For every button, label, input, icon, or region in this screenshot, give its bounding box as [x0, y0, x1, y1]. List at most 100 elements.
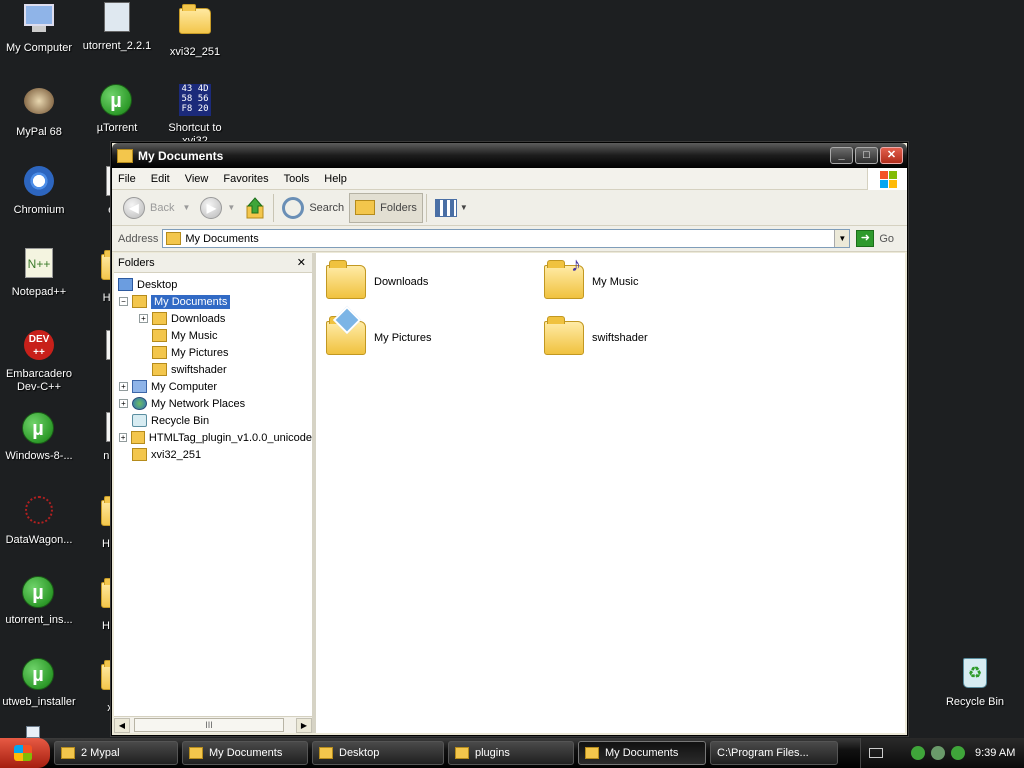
- taskbar: 2 Mypal My Documents Desktop plugins My Docu…: [0, 726, 1024, 768]
- back-arrow-icon: ◀: [123, 196, 145, 219]
- menu-tools[interactable]: Tools: [278, 173, 319, 185]
- menu-edit[interactable]: Edit: [145, 173, 179, 185]
- taskbar-button[interactable]: Desktop: [312, 741, 444, 765]
- music-folder-icon: ♪: [544, 254, 584, 299]
- xvi32-icon: 43 4D 58 56 F8 20: [178, 84, 212, 118]
- explorer-window: My Documents _ □ ✕ File Edit View Favori…: [111, 142, 908, 736]
- desktop-icon-label: µTorrent: [96, 122, 138, 134]
- forward-button[interactable]: ▶ ▼: [195, 193, 240, 223]
- taskbar-button[interactable]: 2 Mypal: [54, 741, 178, 765]
- windows-logo-icon: [867, 168, 907, 190]
- toolbar-separator: [273, 193, 275, 222]
- close-button[interactable]: ✕: [880, 147, 903, 164]
- tree-item[interactable]: + Downloads: [114, 310, 312, 327]
- desktop-icon-label: Chromium: [13, 204, 65, 216]
- tree-item[interactable]: + My Computer: [114, 378, 312, 395]
- desktop-icon[interactable]: N++ Notepad++: [0, 248, 78, 299]
- desktop-icon[interactable]: Chromium: [0, 166, 78, 217]
- desktop-icon[interactable]: µ µTorrent: [78, 84, 156, 135]
- go-button[interactable]: ➜ Go: [856, 230, 894, 247]
- taskbar-button[interactable]: plugins: [448, 741, 574, 765]
- back-button[interactable]: ◀ Back ▼: [118, 193, 195, 223]
- views-button[interactable]: ▼: [430, 193, 473, 223]
- desktop-icon[interactable]: xvi32_251: [156, 2, 234, 59]
- desktop-icon[interactable]: µ utorrent_ins...: [0, 576, 78, 627]
- desktop-icon[interactable]: 43 4D 58 56 F8 20 Shortcut to xvi32: [156, 84, 234, 148]
- desktop-icon[interactable]: DataWagon...: [0, 494, 78, 547]
- tree-item[interactable]: + My Network Places: [114, 395, 312, 412]
- tree-item-label: Downloads: [171, 312, 226, 325]
- menu-help[interactable]: Help: [318, 173, 356, 185]
- scroll-left-button[interactable]: ◀: [114, 717, 130, 733]
- menu-favorites[interactable]: Favorites: [217, 173, 277, 185]
- keyboard-icon[interactable]: [869, 748, 883, 758]
- clock[interactable]: 9:39 AM: [975, 747, 1015, 759]
- desktop-icon-label: utweb_installer: [2, 696, 76, 708]
- desktop-icon[interactable]: DEV ++ Embarcadero Dev-C++: [0, 330, 78, 394]
- file-item[interactable]: Downloads: [326, 260, 536, 299]
- taskbar-button[interactable]: My Documents: [578, 741, 706, 765]
- expand-icon[interactable]: +: [119, 399, 128, 408]
- tree-item[interactable]: Recycle Bin: [114, 412, 312, 429]
- expand-icon[interactable]: +: [139, 314, 148, 323]
- utorrent-tray-icon[interactable]: [951, 746, 965, 760]
- utorrent-icon: µ: [22, 658, 56, 692]
- tree-item[interactable]: Desktop: [114, 276, 312, 293]
- address-dropdown-button[interactable]: ▼: [834, 230, 850, 247]
- desktop-icon[interactable]: utorrent_2.2.1: [78, 2, 156, 53]
- tree-item-label: swiftshader: [171, 363, 227, 376]
- file-item[interactable]: swiftshader: [544, 316, 754, 355]
- folders-button[interactable]: Folders: [349, 192, 423, 223]
- folder-icon: [61, 747, 75, 759]
- tree-item[interactable]: xvi32_251: [114, 446, 312, 463]
- horizontal-scrollbar[interactable]: ◀ III ▶: [114, 716, 312, 733]
- desktop-icon[interactable]: My Computer: [0, 2, 78, 55]
- file-item[interactable]: My Pictures: [326, 305, 536, 355]
- tree-item[interactable]: My Pictures: [114, 344, 312, 361]
- taskbar-button-label: plugins: [475, 747, 510, 759]
- desktop-icon[interactable]: µ utweb_installer: [0, 658, 78, 709]
- taskbar-button[interactable]: My Documents: [182, 741, 308, 765]
- folders-pane-title: Folders: [118, 256, 155, 269]
- collapse-icon[interactable]: −: [119, 297, 128, 306]
- dropdown-arrow-icon[interactable]: ▼: [227, 203, 235, 212]
- menu-file[interactable]: File: [112, 173, 145, 185]
- go-arrow-icon: ➜: [856, 230, 875, 247]
- taskbar-button[interactable]: C:\Program Files...: [26, 726, 838, 765]
- utorrent-tray-icon[interactable]: [911, 746, 925, 760]
- minimize-button[interactable]: _: [830, 147, 853, 164]
- folder-icon: [178, 4, 212, 42]
- taskbar-button-label: Desktop: [339, 747, 380, 759]
- folders-icon: [355, 200, 376, 215]
- tray-icon[interactable]: [931, 746, 945, 760]
- desktop-icon[interactable]: µ Windows-8-...: [0, 412, 78, 463]
- expand-icon[interactable]: +: [119, 433, 128, 442]
- tree-item[interactable]: swiftshader: [114, 361, 312, 378]
- mypal-icon: [22, 88, 56, 122]
- file-item[interactable]: ♪ My Music: [544, 254, 754, 299]
- tree-item[interactable]: My Music: [114, 327, 312, 344]
- comp-icon: [132, 380, 147, 393]
- start-button[interactable]: [0, 738, 50, 768]
- folder-icon: [152, 363, 167, 376]
- title-bar[interactable]: My Documents _ □ ✕: [112, 143, 907, 168]
- desktop-icon-label: DataWagon...: [5, 534, 73, 546]
- search-button[interactable]: Search: [277, 193, 349, 223]
- tree-item[interactable]: − My Documents: [114, 293, 312, 310]
- scroll-right-button[interactable]: ▶: [296, 717, 312, 733]
- desktop-icon[interactable]: MyPal 68: [0, 84, 78, 139]
- expand-icon[interactable]: +: [119, 382, 128, 391]
- chromium-icon: [22, 166, 56, 200]
- notepadpp-icon: N++: [22, 248, 56, 282]
- close-icon[interactable]: ✕: [297, 256, 306, 269]
- tree-item[interactable]: + HTMLTag_plugin_v1.0.0_unicode: [114, 429, 312, 446]
- dropdown-arrow-icon[interactable]: ▼: [182, 203, 190, 212]
- maximize-button[interactable]: □: [855, 147, 878, 164]
- scroll-thumb[interactable]: III: [134, 718, 284, 732]
- menu-view[interactable]: View: [179, 173, 218, 185]
- folder-icon: [152, 312, 167, 325]
- up-folder-button[interactable]: [240, 193, 270, 223]
- desktop-icon[interactable]: ♻ Recycle Bin: [936, 658, 1014, 709]
- tree-item-label: My Computer: [151, 380, 218, 393]
- address-input[interactable]: My Documents ▼: [162, 229, 851, 248]
